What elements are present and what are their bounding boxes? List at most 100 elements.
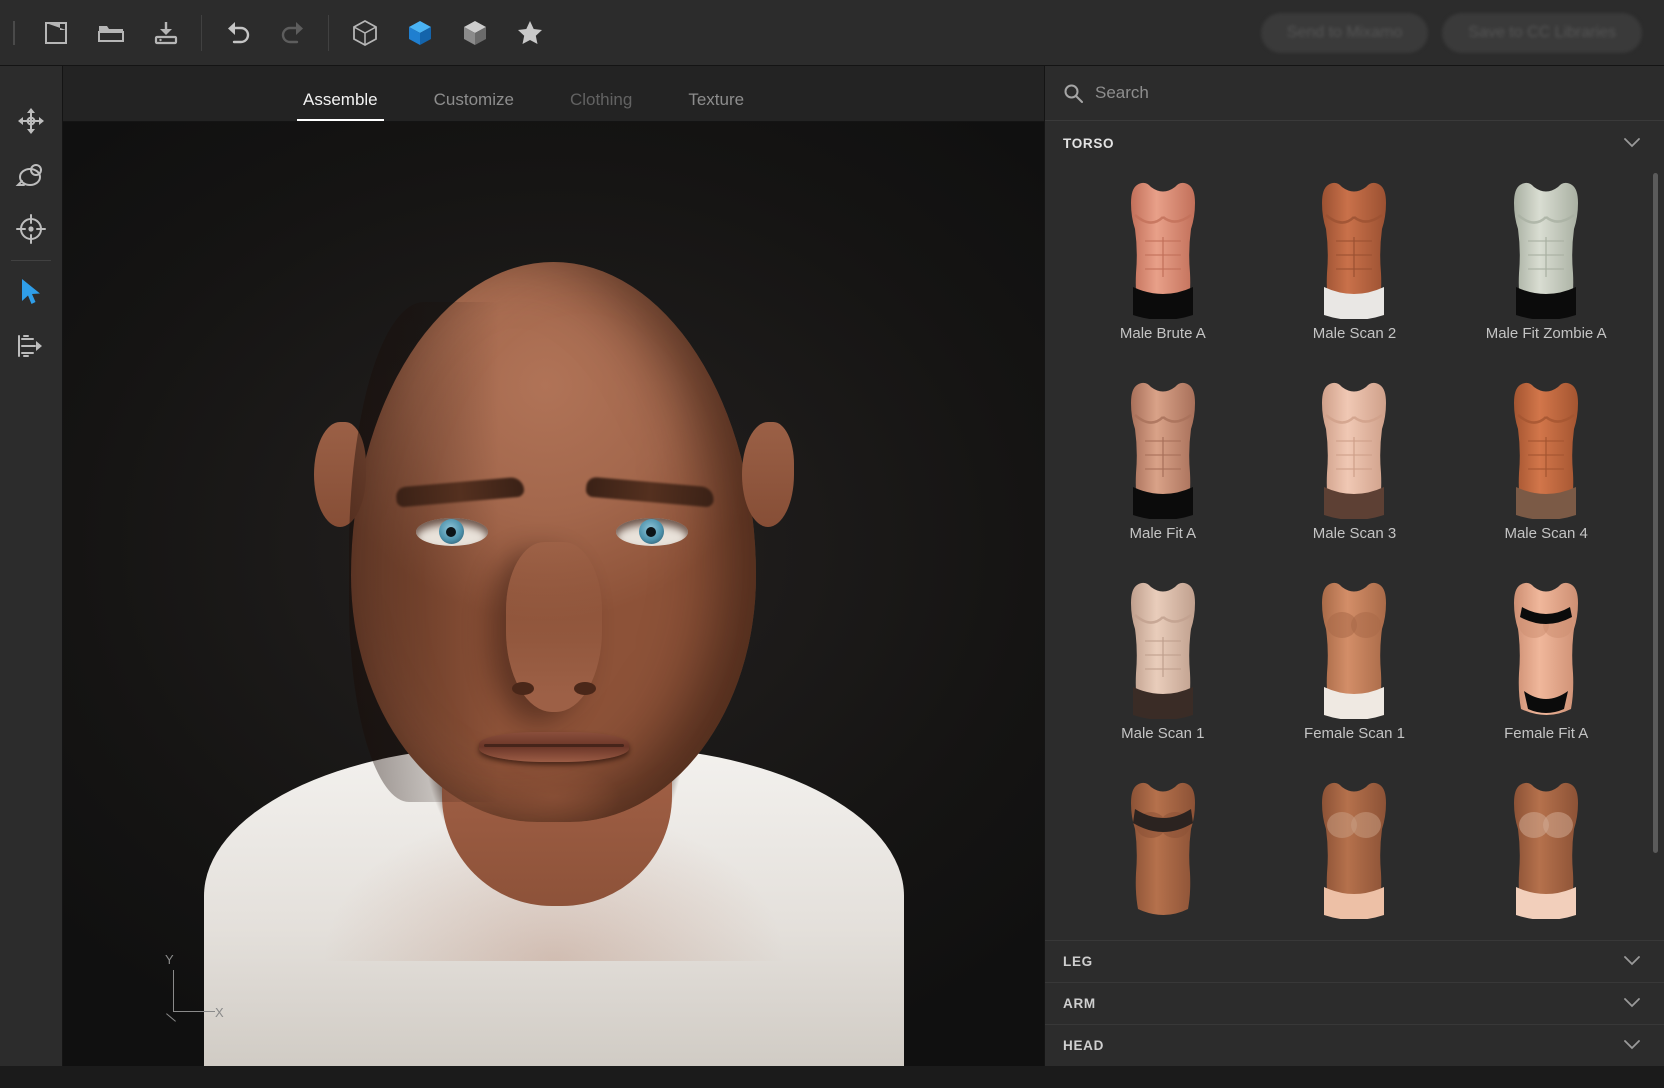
section-header-arm[interactable]: ARM [1045,982,1664,1024]
axis-z-line [166,1013,176,1021]
library-item-thumbnail [1108,371,1218,519]
library-item[interactable]: Female Fit A [1450,571,1642,771]
section-title-head: HEAD [1063,1038,1104,1053]
solid-cube-icon[interactable] [392,0,447,66]
library-item[interactable]: Male Brute A [1067,171,1259,371]
tab-assemble[interactable]: Assemble [275,90,406,121]
save-download-icon[interactable] [138,0,193,66]
search-input[interactable] [1095,83,1646,103]
library-item-thumbnail [1491,171,1601,319]
new-project-icon[interactable] [28,0,83,66]
library-item-label: Female Fit A [1504,725,1588,742]
tab-texture[interactable]: Texture [660,90,772,121]
toolbar-divider-2 [328,15,329,51]
chevron-down-icon[interactable] [1624,997,1640,1010]
focus-target-tool[interactable] [4,202,58,256]
section-title-leg: LEG [1063,954,1093,969]
library-item-thumbnail [1299,371,1409,519]
search-bar [1045,66,1664,121]
library-item-thumbnail [1491,371,1601,519]
rail-header-label [29,72,32,94]
send-to-mixamo-button[interactable]: Send to Mixamo [1261,13,1429,53]
library-item-thumbnail [1491,571,1601,719]
toolbar-grip[interactable] [0,0,28,65]
section-title-arm: ARM [1063,996,1096,1011]
axis-x-line [173,1011,215,1012]
model-nostril-right [574,682,596,695]
model-eye-right [616,518,688,546]
model-mouth [479,732,629,762]
transform-tool[interactable] [4,319,58,373]
library-item-label: Male Scan 1 [1121,725,1204,742]
section-header-head[interactable]: HEAD [1045,1024,1664,1066]
application-window: Send to Mixamo Save to CC Libraries [0,0,1664,1088]
model-nostril-left [512,682,534,695]
library-item[interactable] [1259,771,1451,940]
model-face-shadow [349,302,499,802]
axis-label-x: X [215,1005,224,1020]
top-toolbar: Send to Mixamo Save to CC Libraries [0,0,1664,66]
library-item-label: Male Fit A [1129,525,1196,542]
tab-customize[interactable]: Customize [406,90,542,121]
library-item[interactable]: Male Scan 2 [1259,171,1451,371]
select-tool[interactable] [4,265,58,319]
redo-icon[interactable] [265,0,320,66]
open-folder-icon[interactable] [83,0,138,66]
library-item-label: Male Scan 2 [1313,325,1396,342]
chevron-down-icon[interactable] [1624,137,1640,150]
pan-tool[interactable] [4,94,58,148]
library-item-label: Male Brute A [1120,325,1206,342]
library-item[interactable]: Male Scan 1 [1067,571,1259,771]
model-ear-right [742,422,794,527]
library-item-thumbnail [1299,171,1409,319]
axis-label-y: Y [165,952,174,967]
library-item-label: Female Scan 1 [1304,725,1405,742]
toolbar-divider-1 [201,15,202,51]
panel-scrollbar-thumb[interactable] [1653,173,1658,853]
axis-gizmo: Y X [159,956,239,1026]
rail-divider [11,260,51,261]
library-item-thumbnail [1108,171,1218,319]
library-item-thumbnail [1491,771,1601,919]
axis-y-line [173,970,174,1012]
model-chin [459,770,649,860]
section-title-torso: TORSO [1063,136,1114,151]
character-model[interactable] [63,122,1044,1066]
panel-scroll-track[interactable] [1656,165,1661,940]
library-item[interactable] [1067,771,1259,940]
library-item[interactable]: Male Fit A [1067,371,1259,571]
textured-cube-icon[interactable] [447,0,502,66]
bottom-strip [0,1066,1664,1088]
library-item[interactable] [1450,771,1642,940]
library-item[interactable]: Male Scan 3 [1259,371,1451,571]
left-tool-rail [0,66,63,1066]
library-item-label: Male Scan 4 [1504,525,1587,542]
main-body: Assemble Customize Clothing Texture [0,66,1664,1066]
chevron-down-icon[interactable] [1624,955,1640,968]
thumbnail-grid: Male Brute A Male Scan 2 Male Fit Zombie… [1045,165,1664,940]
library-item[interactable]: Female Scan 1 [1259,571,1451,771]
library-item-thumbnail [1108,571,1218,719]
thumbnail-grid-container[interactable]: Male Brute A Male Scan 2 Male Fit Zombie… [1045,165,1664,940]
library-item[interactable]: Male Fit Zombie A [1450,171,1642,371]
toolbar-icon-group [28,0,557,66]
section-header-torso[interactable]: TORSO [1045,121,1664,165]
undo-icon[interactable] [210,0,265,66]
chevron-down-icon[interactable] [1624,1039,1640,1052]
section-header-leg[interactable]: LEG [1045,940,1664,982]
wireframe-cube-icon[interactable] [337,0,392,66]
star-icon[interactable] [502,0,557,66]
content-library-panel: TORSO Male Brute A [1044,66,1664,1066]
library-item-label: Male Scan 3 [1313,525,1396,542]
save-to-cc-libraries-button[interactable]: Save to CC Libraries [1442,13,1642,53]
top-right-actions: Send to Mixamo Save to CC Libraries [1261,0,1642,66]
tab-clothing[interactable]: Clothing [542,90,660,121]
model-eye-left [416,518,488,546]
center-column: Assemble Customize Clothing Texture [63,66,1044,1066]
3d-viewport[interactable]: Y X [63,121,1044,1066]
model-lip-line [484,744,624,747]
library-item[interactable]: Male Scan 4 [1450,371,1642,571]
library-item-label: Male Fit Zombie A [1486,325,1607,342]
library-item-thumbnail [1108,771,1218,919]
orbit-tool[interactable] [4,148,58,202]
